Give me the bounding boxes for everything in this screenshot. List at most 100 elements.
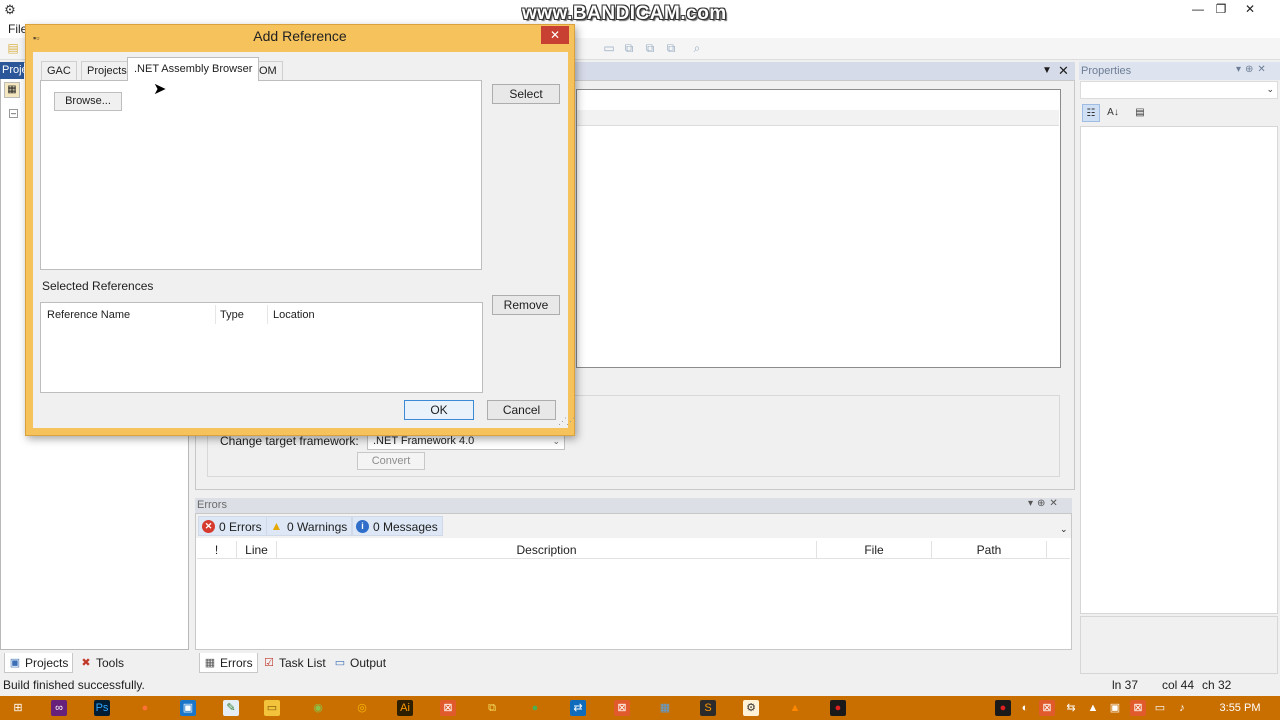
settings-gear-icon[interactable]: ⚙ — [743, 700, 759, 716]
output-icon: ▭ — [334, 657, 346, 669]
tab-task-list[interactable]: ☑ Task List — [259, 653, 330, 673]
new-file-icon[interactable]: ▤ — [6, 41, 20, 55]
status-char: ch 32 — [1202, 678, 1232, 692]
col-location[interactable]: Location — [273, 309, 315, 321]
properties-object-select[interactable]: ⌄ — [1080, 81, 1278, 99]
sort-alphabetical-icon[interactable]: A↓ — [1104, 104, 1122, 122]
file-manager-icon[interactable]: ⧉ — [484, 700, 500, 716]
tray-battery-icon[interactable]: ▭ — [1152, 700, 1168, 716]
col-path[interactable]: Path — [932, 541, 1047, 559]
tab-projects-ref[interactable]: Projects — [81, 61, 133, 81]
record-icon[interactable]: ● — [830, 700, 846, 716]
error-icon: ✕ — [202, 520, 215, 533]
filter-messages-label: 0 Messages — [373, 520, 438, 534]
bookmark-next-icon[interactable]: ⧉ — [664, 41, 678, 55]
project-toolbar-icon[interactable]: ▦ — [4, 82, 20, 98]
projects-panel-header: Proje — [0, 62, 24, 79]
column-separator — [267, 305, 268, 324]
filter-warnings-label: 0 Warnings — [287, 520, 348, 534]
project-options-header — [577, 110, 1059, 126]
dialog-close-button[interactable]: ✕ — [541, 26, 569, 44]
filter-errors-button[interactable]: ✕ 0 Errors — [198, 516, 267, 536]
teamviewer-icon[interactable]: ⇄ — [570, 700, 586, 716]
tab-output-label: Output — [350, 656, 387, 670]
col-type[interactable]: Type — [220, 309, 244, 321]
tray-network-icon[interactable]: ⇆ — [1063, 700, 1079, 716]
xampp-icon[interactable]: ⊠ — [440, 700, 456, 716]
bookmark-icon[interactable]: ⧉ — [622, 41, 636, 55]
resize-grip-icon[interactable]: ⋰⋰ — [558, 416, 575, 427]
project-options-box — [576, 89, 1061, 368]
sublime-icon[interactable]: S — [700, 700, 716, 716]
status-message: Build finished successfully. — [3, 678, 145, 692]
tab-net-assembly-browser[interactable]: .NET Assembly Browser — [127, 57, 260, 81]
tab-errors-label: Errors — [220, 656, 253, 670]
notepad-icon[interactable]: ✎ — [223, 700, 239, 716]
statusbar — [0, 675, 1280, 695]
tab-task-list-label: Task List — [279, 656, 326, 670]
col-file[interactable]: File — [817, 541, 932, 559]
restore-button[interactable]: ❐ — [1207, 0, 1235, 20]
col-reference-name[interactable]: Reference Name — [47, 309, 130, 321]
sharpdevelop-icon[interactable]: ▣ — [180, 700, 196, 716]
task-list-icon: ☑ — [264, 657, 274, 669]
firefox-icon[interactable]: ● — [137, 700, 153, 716]
close-window-button[interactable]: ✕ — [1236, 0, 1264, 20]
tray-xampp-icon[interactable]: ⊠ — [1039, 700, 1055, 716]
properties-panel-controls[interactable]: ▾⊕✕ — [1236, 64, 1270, 75]
tray-volume-icon[interactable]: ♪ — [1174, 700, 1190, 716]
visual-studio-icon[interactable]: ∞ — [51, 700, 67, 716]
file-explorer-icon[interactable]: ▭ — [264, 700, 280, 716]
app-icon[interactable]: ⚙ — [2, 2, 18, 18]
errors-panel-controls[interactable]: ▾⊕✕ — [1028, 498, 1062, 509]
browse-button[interactable]: Browse... — [54, 92, 122, 111]
taskbar-clock[interactable]: 3:55 PM — [1214, 700, 1266, 716]
comment-icon[interactable]: ▭ — [602, 41, 616, 55]
chrome-icon[interactable]: ◎ — [354, 700, 370, 716]
property-pages-icon[interactable]: ▤ — [1131, 104, 1149, 122]
tray-record-icon[interactable]: ● — [995, 700, 1011, 716]
projects-icon: ▣ — [9, 657, 21, 669]
tab-projects[interactable]: ▣ Projects — [4, 653, 74, 673]
vlc-icon[interactable]: ▲ — [787, 700, 803, 716]
tray-app-2-icon[interactable]: ▲ — [1085, 700, 1101, 716]
remove-button[interactable]: Remove — [492, 295, 560, 315]
xampp-2-icon[interactable]: ⊠ — [614, 700, 630, 716]
target-framework-value: .NET Framework 4.0 — [373, 435, 475, 447]
document-close-icon[interactable]: ✕ — [1058, 63, 1069, 79]
document-dropdown-icon[interactable]: ▼ — [1042, 65, 1052, 76]
select-button[interactable]: Select — [492, 84, 560, 104]
photoshop-icon[interactable]: Ps — [94, 700, 110, 716]
leaf-app-icon[interactable]: ● — [527, 700, 543, 716]
col-line[interactable]: Line — [237, 541, 277, 559]
categorized-icon[interactable]: ☷ — [1082, 104, 1100, 122]
network-icon[interactable]: ▦ — [657, 700, 673, 716]
tab-output[interactable]: ▭ Output — [330, 653, 390, 673]
col-severity[interactable]: ! — [197, 541, 237, 559]
cancel-button[interactable]: Cancel — [487, 400, 556, 420]
tray-app-3-icon[interactable]: ▣ — [1107, 700, 1123, 716]
tree-collapse-icon[interactable]: – — [9, 109, 18, 118]
tab-errors[interactable]: ▦ Errors — [199, 653, 258, 673]
convert-button[interactable]: Convert — [357, 452, 425, 470]
tab-tools[interactable]: ✖ Tools — [76, 653, 128, 673]
tray-app-1-icon[interactable]: ◐ — [1017, 700, 1033, 716]
ok-button[interactable]: OK — [404, 400, 474, 420]
illustrator-icon[interactable]: Ai — [397, 700, 413, 716]
errors-overflow-icon[interactable]: ⌄ — [1060, 524, 1068, 535]
bookmark-prev-icon[interactable]: ⧉ — [643, 41, 657, 55]
mouse-cursor-icon: ➤ — [153, 81, 167, 98]
col-description[interactable]: Description — [277, 541, 817, 559]
tab-tools-label: Tools — [96, 656, 125, 670]
tools-icon: ✖ — [81, 657, 91, 669]
android-icon[interactable]: ◉ — [310, 700, 326, 716]
find-icon[interactable]: ⌕ — [690, 41, 704, 55]
start-icon[interactable]: ⊞ — [10, 700, 26, 716]
chevron-down-icon: ⌄ — [1266, 84, 1274, 94]
filter-errors-label: 0 Errors — [219, 520, 262, 534]
errors-tab-icon: ▦ — [204, 657, 216, 669]
filter-warnings-button[interactable]: ▲ 0 Warnings — [266, 516, 353, 536]
tab-gac[interactable]: GAC — [41, 61, 77, 81]
tray-xampp-2-icon[interactable]: ⊠ — [1130, 700, 1146, 716]
filter-messages-button[interactable]: i 0 Messages — [352, 516, 443, 536]
